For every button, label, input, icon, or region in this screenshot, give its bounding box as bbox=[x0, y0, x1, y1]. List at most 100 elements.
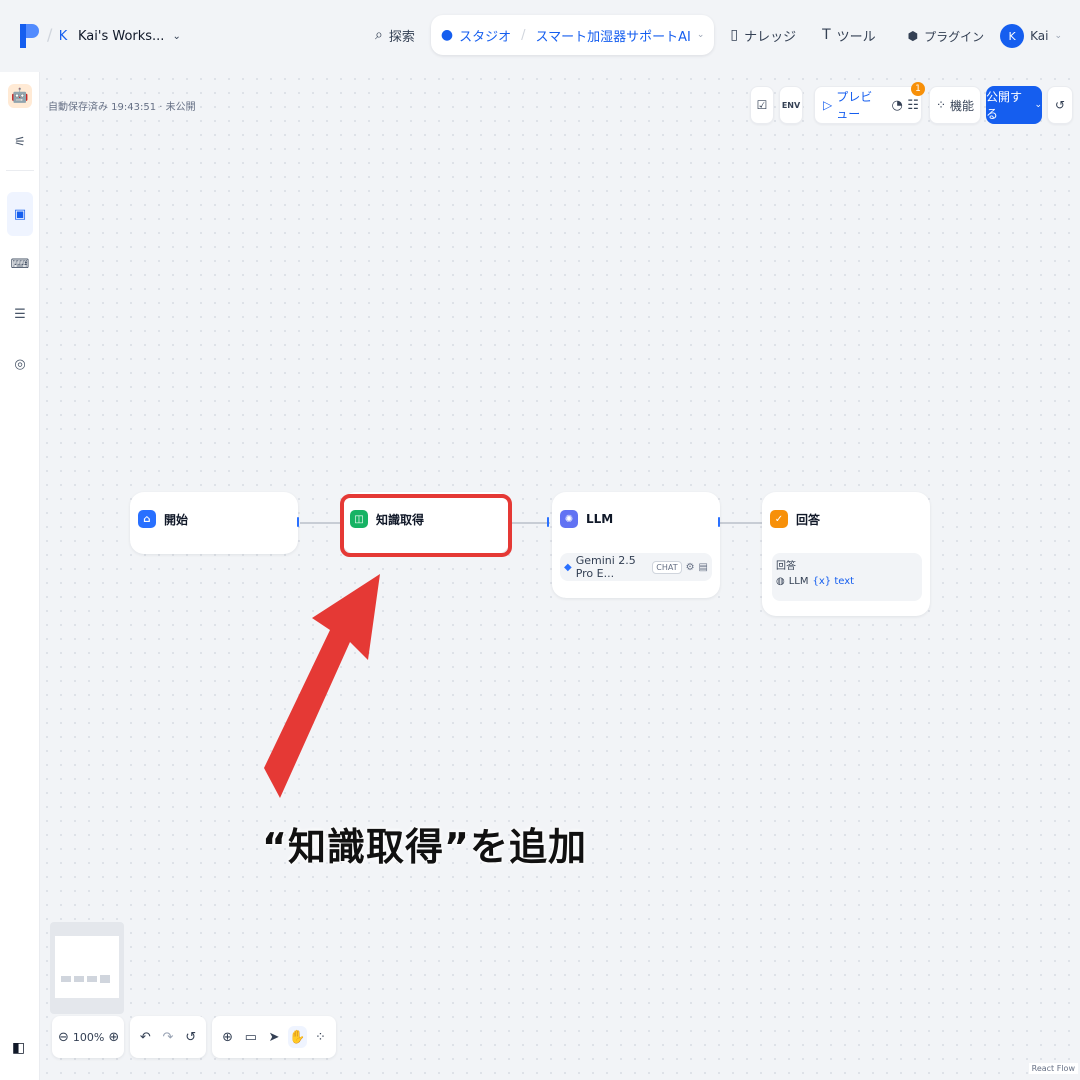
logs-icon[interactable]: ☰ bbox=[8, 302, 32, 326]
left-sidebar: 🤖 ⚟ ▣ ⌨ ☰ ◎ bbox=[0, 72, 40, 1080]
preview-group: ▷ プレビュー ◔ ☷ bbox=[814, 86, 922, 124]
history-clock-icon[interactable]: ◔ bbox=[889, 98, 905, 113]
minimap-node bbox=[100, 975, 110, 983]
node-answer-title: 回答 bbox=[796, 512, 821, 527]
document-icon: ▤ bbox=[698, 561, 708, 573]
panel-toggle-icon[interactable]: ◧ bbox=[12, 1040, 28, 1058]
node-llm[interactable]: ✺ LLM ◆ Gemini 2.5 Pro E... CHAT ⚙ ▤ bbox=[552, 492, 720, 598]
model-selector[interactable]: ◆ Gemini 2.5 Pro E... CHAT ⚙ ▤ bbox=[560, 553, 712, 581]
tool-icon: T bbox=[822, 27, 831, 43]
undo-icon[interactable]: ↶ bbox=[136, 1026, 155, 1048]
plugin-button[interactable]: ⬢ プラグイン bbox=[908, 28, 985, 45]
history-controls: ↶ ↷ ↺ bbox=[130, 1016, 206, 1058]
model-name: Gemini 2.5 Pro E... bbox=[575, 554, 636, 580]
workspace-switcher[interactable]: K Kai's Works... ⌄ bbox=[56, 22, 181, 50]
gemini-icon: ◆ bbox=[564, 561, 572, 573]
nav-studio[interactable]: ● スタジオ / スマート加湿器サポートAI ⌄ bbox=[430, 15, 715, 55]
grid-icon: ⁘ bbox=[935, 98, 947, 112]
hand-icon[interactable]: ✋ bbox=[287, 1026, 307, 1048]
publish-button[interactable]: 公開する ⌄ bbox=[986, 86, 1042, 124]
plugin-label: プラグイン bbox=[924, 29, 985, 44]
main-nav: ⌕ 探索 ● スタジオ / スマート加湿器サポートAI ⌄ ▯ ナレッジ T ツ… bbox=[365, 15, 886, 55]
zoom-controls: ⊖ 100% ⊕ bbox=[52, 1016, 124, 1058]
zoom-level[interactable]: 100% bbox=[73, 1031, 104, 1044]
preview-label: プレビュー bbox=[836, 90, 873, 121]
book-icon: ▯ bbox=[730, 27, 739, 43]
autosave-status: 自動保存済み 19:43:51 · 未公開 bbox=[48, 102, 196, 113]
features-label: 機能 bbox=[950, 98, 975, 113]
node-start-handle[interactable] bbox=[297, 517, 299, 527]
chevron-down-icon[interactable]: ⌄ bbox=[697, 30, 705, 40]
version-history-icon[interactable]: ↺ bbox=[1047, 86, 1073, 124]
avatar: K bbox=[1000, 24, 1025, 48]
node-llm-source-handle[interactable] bbox=[718, 517, 720, 527]
minimap-node bbox=[87, 976, 97, 982]
node-llm-header: ✺ LLM bbox=[560, 510, 613, 528]
user-menu[interactable]: K Kai ⌄ bbox=[1000, 24, 1062, 48]
node-start-title: 開始 bbox=[164, 512, 189, 527]
preview-button[interactable]: ▷ プレビュー bbox=[815, 88, 889, 122]
robot-icon: ● bbox=[440, 27, 454, 43]
checklist-icon[interactable]: ☑ bbox=[750, 86, 774, 124]
node-llm-title: LLM bbox=[586, 512, 614, 526]
chevron-down-icon: ⌄ bbox=[1054, 31, 1062, 41]
annotation-arrow bbox=[264, 574, 380, 798]
node-llm-target-handle[interactable] bbox=[547, 517, 549, 527]
plugin-icon: ⬢ bbox=[907, 29, 919, 43]
pointer-icon[interactable]: ➤ bbox=[264, 1026, 283, 1048]
minimap-node bbox=[74, 976, 84, 982]
settings-icon: ⚙ bbox=[685, 561, 695, 573]
minimap-viewport bbox=[55, 936, 119, 998]
chevron-down-icon: ⌄ bbox=[172, 30, 181, 42]
env-button[interactable]: ENV bbox=[779, 86, 803, 124]
brain-icon: ◍ bbox=[776, 576, 785, 587]
terminal-icon[interactable]: ⌨ bbox=[8, 252, 32, 276]
edge-knowledge-llm[interactable] bbox=[510, 522, 550, 524]
redo-icon[interactable]: ↷ bbox=[159, 1026, 178, 1048]
answer-field-label: 回答 bbox=[776, 561, 796, 572]
app-avatar-icon[interactable]: 🤖 bbox=[8, 84, 32, 108]
history-icon[interactable]: ↺ bbox=[181, 1026, 200, 1048]
nav-explore-label: 探索 bbox=[388, 29, 415, 45]
check-icon: ✓ bbox=[770, 510, 788, 528]
brain-icon: ✺ bbox=[560, 510, 578, 528]
current-app-name[interactable]: スマート加湿器サポートAI bbox=[535, 26, 690, 45]
workspace-initial: K bbox=[58, 28, 68, 44]
answer-field: 回答 ◍ LLM {x} text bbox=[772, 553, 922, 601]
add-node-icon[interactable]: ⊕ bbox=[218, 1026, 237, 1048]
node-start[interactable]: ⌂ 開始 bbox=[130, 492, 298, 554]
checklist-icon[interactable]: ☷ bbox=[905, 98, 921, 113]
node-answer[interactable]: ✓ 回答 回答 ◍ LLM {x} text bbox=[762, 492, 930, 616]
answer-variable: {x} text bbox=[812, 576, 855, 587]
workspace-name: Kai's Works... bbox=[78, 28, 165, 44]
nav-tools[interactable]: T ツール bbox=[812, 15, 886, 55]
react-flow-attribution[interactable]: React Flow bbox=[1028, 1063, 1078, 1074]
note-icon[interactable]: ▭ bbox=[241, 1026, 260, 1048]
zoom-in-icon[interactable]: ⊕ bbox=[108, 1026, 119, 1048]
monitoring-icon[interactable]: ◎ bbox=[8, 352, 32, 376]
nav-explore[interactable]: ⌕ 探索 bbox=[365, 15, 425, 55]
annotation-text: “知識取得”を追加 bbox=[262, 825, 587, 869]
user-name: Kai bbox=[1030, 29, 1049, 43]
layout-icon[interactable]: ⁘ bbox=[311, 1026, 330, 1048]
orchestrate-icon[interactable]: ▣ bbox=[7, 192, 33, 236]
edge-start-knowledge[interactable] bbox=[300, 522, 342, 524]
nav-tools-label: ツール bbox=[836, 29, 876, 45]
sidebar-divider bbox=[6, 170, 34, 171]
features-button[interactable]: ⁘ 機能 bbox=[929, 86, 981, 124]
mode-chip: CHAT bbox=[652, 560, 682, 574]
minimap[interactable] bbox=[50, 922, 124, 1014]
app-logo[interactable] bbox=[18, 22, 40, 50]
canvas-tools: ⊕ ▭ ➤ ✋ ⁘ bbox=[212, 1016, 336, 1058]
publish-label: 公開する bbox=[986, 90, 1023, 121]
home-icon: ⌂ bbox=[138, 510, 156, 528]
header-right: ⬢ プラグイン K Kai ⌄ bbox=[908, 18, 1062, 54]
highlight-box bbox=[340, 494, 512, 557]
issue-count-badge: 1 bbox=[911, 82, 925, 96]
node-answer-header: ✓ 回答 bbox=[770, 510, 820, 528]
settings-sliders-icon[interactable]: ⚟ bbox=[8, 130, 32, 154]
zoom-out-icon[interactable]: ⊖ bbox=[58, 1026, 69, 1048]
breadcrumb-separator: / bbox=[521, 27, 526, 43]
nav-knowledge[interactable]: ▯ ナレッジ bbox=[720, 15, 806, 55]
edge-llm-answer[interactable] bbox=[720, 522, 762, 524]
